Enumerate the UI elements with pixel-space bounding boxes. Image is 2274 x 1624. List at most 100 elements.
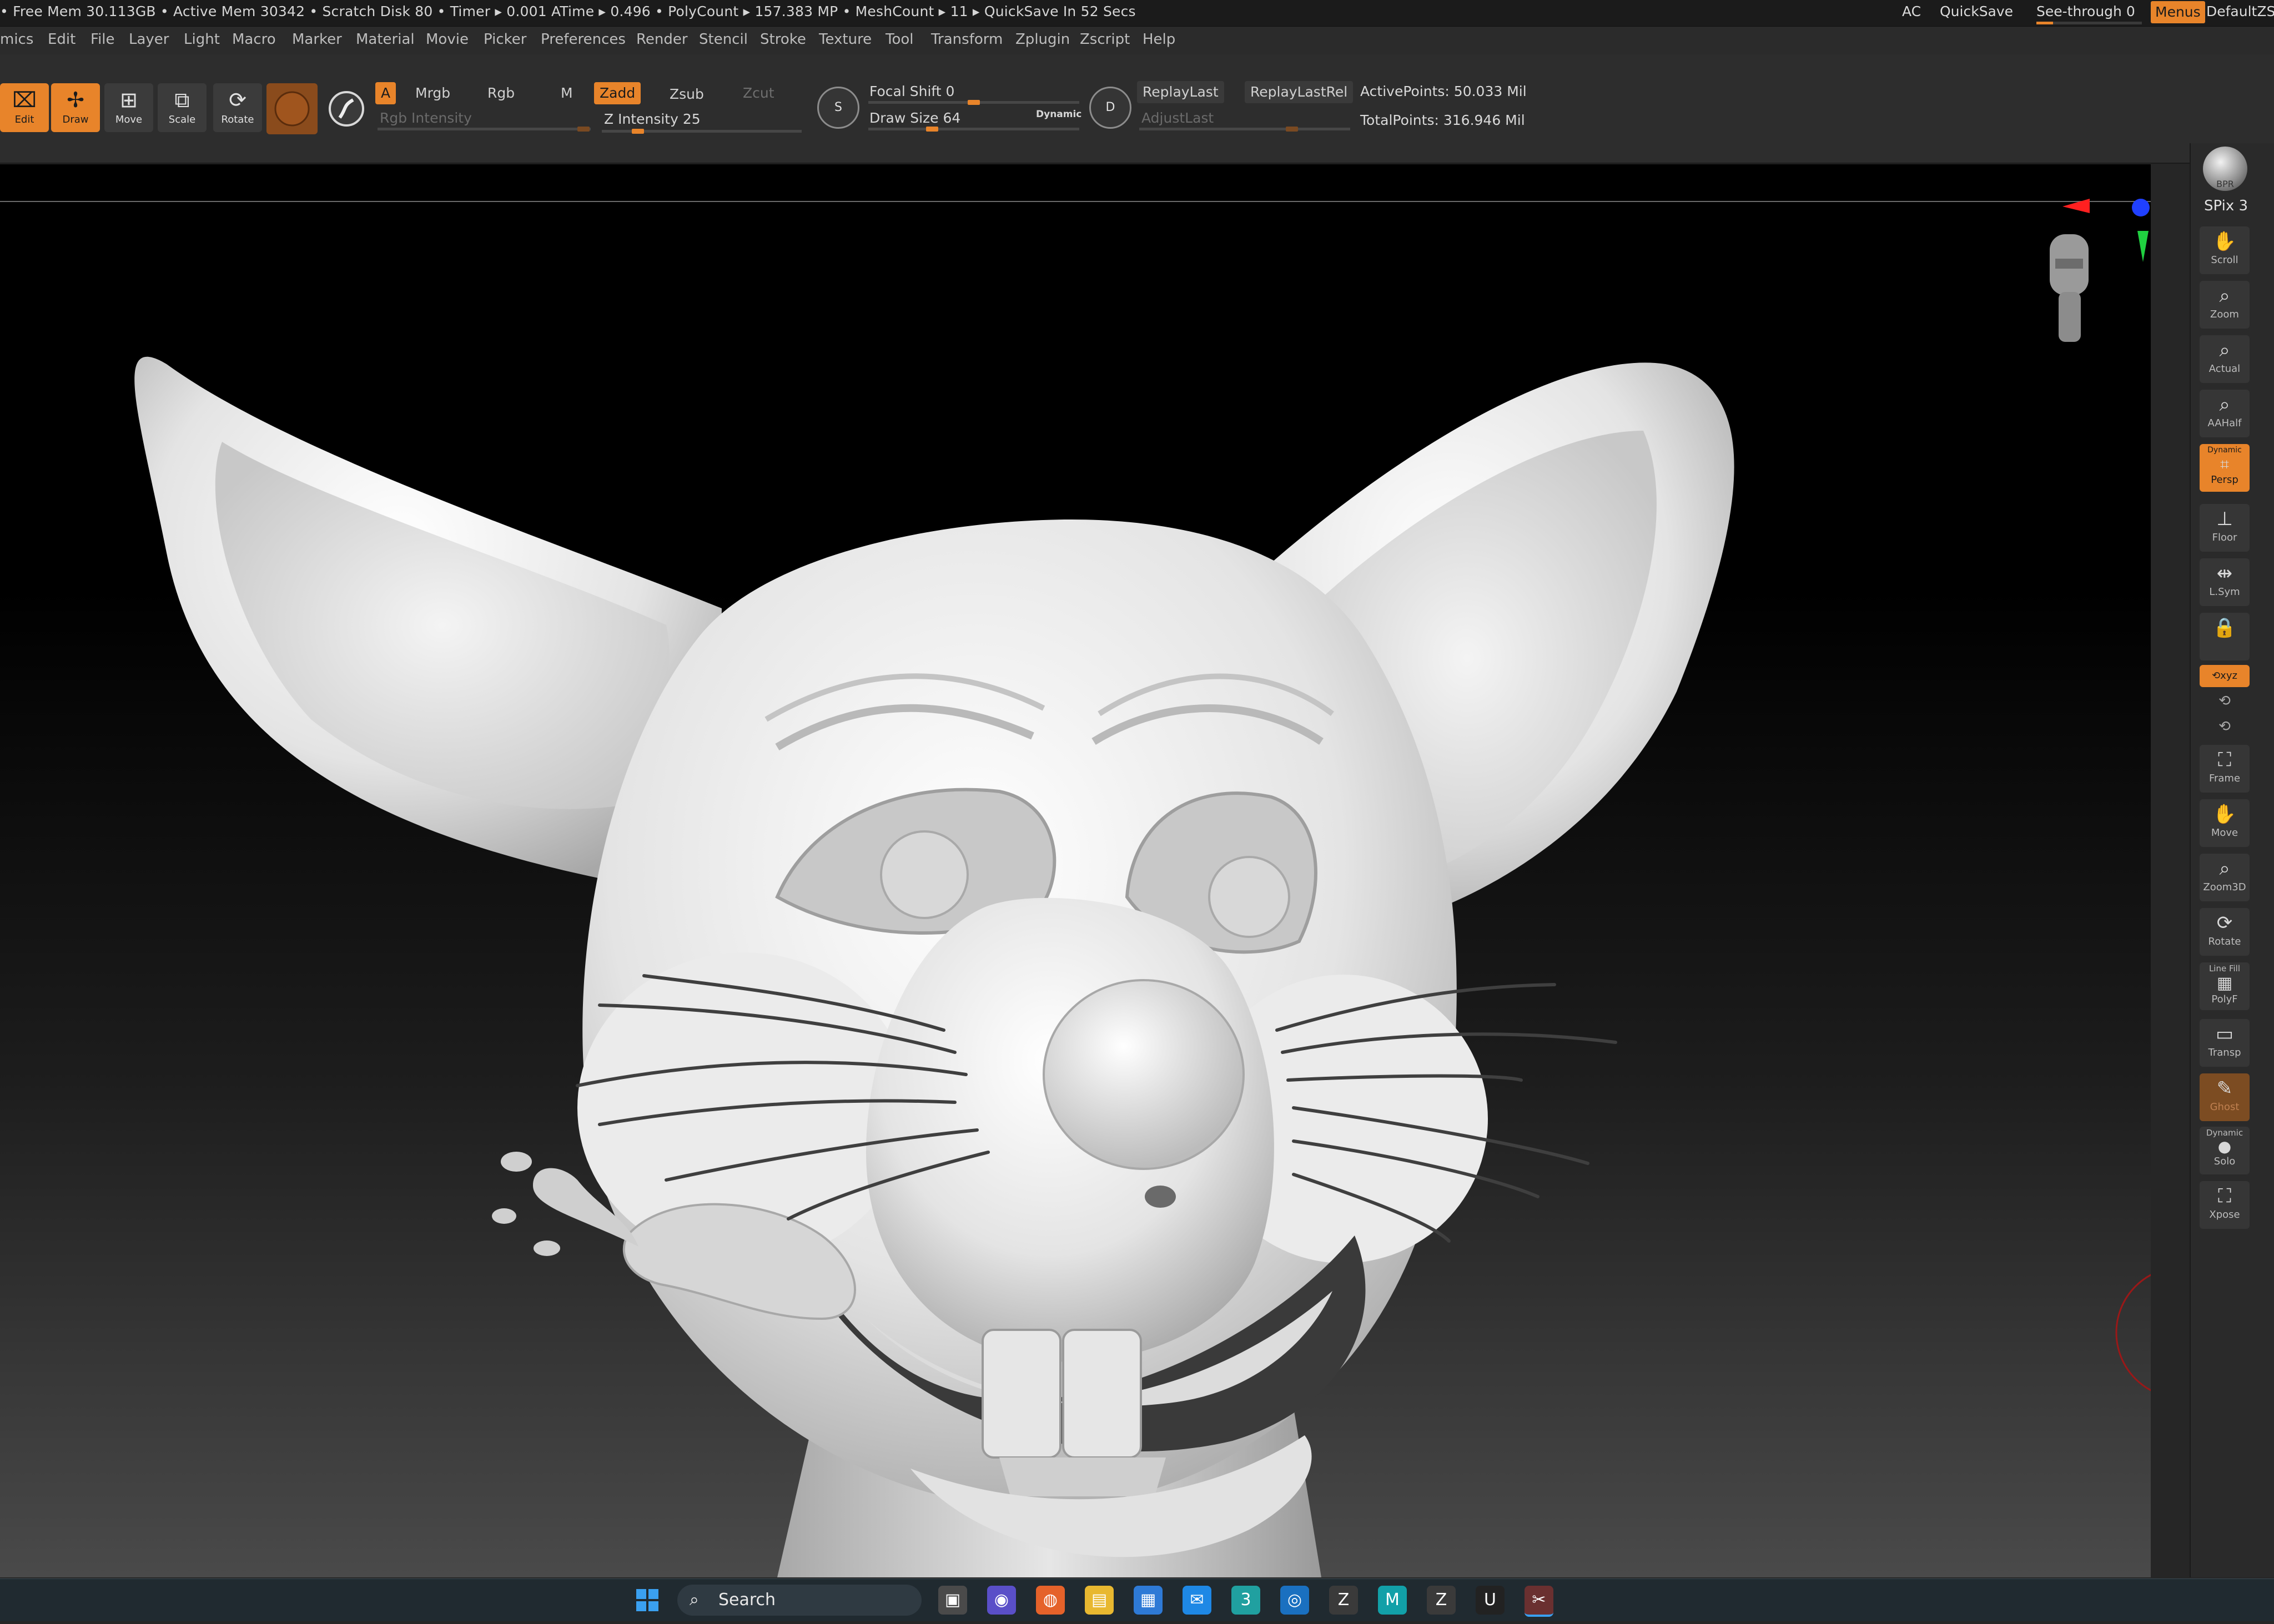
menu-texture[interactable]: Texture [819, 31, 872, 48]
menu-edit[interactable]: Edit [48, 31, 76, 48]
spix-slider[interactable]: SPix 3 [2204, 198, 2248, 214]
solo-dynamic-label: Dynamic [2206, 1128, 2243, 1138]
taskbar-search[interactable]: ⌕ Search [677, 1585, 922, 1616]
zoom3d-button[interactable]: ⌕ Zoom3D [2200, 854, 2250, 901]
menu-stencil[interactable]: Stencil [699, 31, 748, 48]
polyf-button[interactable]: Line Fill ▦ PolyF [2200, 962, 2250, 1010]
rgb-toggle[interactable]: Rgb [482, 82, 520, 104]
xyz-rotate-button[interactable]: ⟲xyz [2200, 665, 2250, 687]
draw-size-knob[interactable] [926, 127, 938, 132]
zoom-button[interactable]: ⌕ Zoom [2200, 281, 2250, 329]
menu-picker[interactable]: Picker [484, 31, 526, 48]
transparency-icon: ▭ [2215, 1023, 2234, 1045]
browser-icon[interactable]: ◎ [1280, 1586, 1309, 1615]
persp-button[interactable]: Dynamic ⌗ Persp [2200, 444, 2250, 492]
menu-preferences[interactable]: Preferences [541, 31, 626, 48]
aahalf-button[interactable]: ⌕ AAHalf [2200, 390, 2250, 437]
zcut-toggle[interactable]: Zcut [737, 82, 780, 104]
3ds-max-icon[interactable]: 3 [1231, 1586, 1260, 1615]
focal-shift-knob[interactable] [968, 100, 980, 105]
lsym-button[interactable]: ⇹ L.Sym [2200, 558, 2250, 606]
dynamic-toggle[interactable]: Dynamic [1036, 109, 1081, 120]
menu-stroke[interactable]: Stroke [760, 31, 806, 48]
lazymouse-s-button[interactable]: S [817, 87, 859, 129]
taskbar: ⌕ Search ▣ ◉ ◍ ▤ ▦ ✉ 3 ◎ Z M Z U ✂ [0, 1578, 2274, 1621]
maya-icon[interactable]: M [1378, 1586, 1407, 1615]
move-button[interactable]: ⊞ Move [104, 83, 153, 132]
see-through-track[interactable] [2036, 22, 2142, 24]
navigation-head-icon[interactable] [2039, 225, 2100, 342]
teams-icon[interactable]: ◉ [987, 1586, 1016, 1615]
floor-button[interactable]: ⊥ Floor [2200, 504, 2250, 552]
menu-help[interactable]: Help [1143, 31, 1175, 48]
menu-movie[interactable]: Movie [426, 31, 469, 48]
zadd-toggle[interactable]: Zadd [594, 82, 641, 104]
lazymouse-d-label: D [1105, 100, 1115, 114]
solo-button[interactable]: Dynamic ● Solo [2200, 1127, 2250, 1174]
menu-transform[interactable]: Transform [931, 31, 1003, 48]
z-intensity-knob[interactable] [632, 129, 644, 134]
perspective-icon: ⌗ [2220, 455, 2229, 473]
see-through-slider[interactable]: See-through 0 [2036, 3, 2142, 24]
zbrush-icon[interactable]: Z [1329, 1586, 1358, 1615]
rgb-intensity-slider[interactable] [378, 127, 591, 132]
focal-shift-slider[interactable] [868, 100, 1079, 105]
replay-last-button[interactable]: ReplayLast [1137, 81, 1224, 103]
menu-marker[interactable]: Marker [292, 31, 342, 48]
material-button[interactable] [266, 83, 318, 134]
default-zscript-button[interactable]: DefaultZSc [2206, 3, 2274, 19]
lock-icon: 🔒 [2212, 617, 2237, 639]
zbrush-icon-2[interactable]: Z [1427, 1586, 1456, 1615]
see-through-label: See-through 0 [2036, 3, 2135, 19]
store-icon[interactable]: ▦ [1134, 1586, 1163, 1615]
menu-render[interactable]: Render [636, 31, 688, 48]
a-toggle[interactable]: A [375, 82, 396, 104]
ac-button[interactable]: AC [1902, 3, 1921, 19]
lazymouse-d-button[interactable]: D [1089, 87, 1131, 129]
adjust-last-slider[interactable] [1139, 127, 1350, 132]
xpose-button[interactable]: ⛶ Xpose [2200, 1181, 2250, 1229]
menu-layer[interactable]: Layer [129, 31, 169, 48]
quicksave-button[interactable]: QuickSave [1940, 3, 2013, 19]
move-view-button[interactable]: ✋ Move [2200, 799, 2250, 847]
rotate-view-button[interactable]: ⟳ Rotate [2200, 908, 2250, 956]
menu-tool[interactable]: Tool [886, 31, 914, 48]
adjust-last-knob[interactable] [1286, 127, 1298, 132]
menu-dynamics[interactable]: mics [0, 31, 33, 48]
m-toggle[interactable]: M [555, 82, 578, 104]
stroke-button[interactable] [321, 83, 372, 134]
windows-start-button[interactable] [633, 1586, 662, 1615]
actual-button[interactable]: ⌕ Actual [2200, 335, 2250, 383]
ghost-button[interactable]: ✎ Ghost [2200, 1073, 2250, 1121]
rotate-button[interactable]: ⟳ Rotate [213, 83, 262, 132]
scale-button[interactable]: ⧉ Scale [158, 83, 207, 132]
menus-button[interactable]: Menus [2151, 1, 2205, 23]
menu-light[interactable]: Light [184, 31, 220, 48]
edit-button[interactable]: ⌧ Edit [0, 83, 49, 132]
lock-button[interactable]: 🔒 [2200, 613, 2250, 660]
transp-button[interactable]: ▭ Transp [2200, 1019, 2250, 1067]
replay-last-rel-button[interactable]: ReplayLastRel [1245, 81, 1354, 103]
z-intensity-slider[interactable] [602, 129, 802, 134]
rgb-intensity-knob[interactable] [577, 127, 590, 132]
mrgb-toggle[interactable]: Mrgb [410, 82, 456, 104]
snipping-tool-icon[interactable]: ✂ [1525, 1586, 1553, 1617]
unreal-icon[interactable]: U [1476, 1586, 1505, 1615]
document-canvas[interactable] [0, 164, 2151, 1577]
task-view-icon[interactable]: ▣ [938, 1586, 967, 1615]
frame-button[interactable]: ⛶ Frame [2200, 745, 2250, 793]
y-rotate-icon[interactable]: ⟲ [2200, 693, 2250, 709]
z-rotate-icon[interactable]: ⟲ [2200, 718, 2250, 735]
firefox-icon[interactable]: ◍ [1036, 1586, 1065, 1615]
draw-button[interactable]: ✢ Draw [51, 83, 100, 132]
zsub-toggle[interactable]: Zsub [664, 83, 710, 105]
menu-zscript[interactable]: Zscript [1080, 31, 1130, 48]
menu-file[interactable]: File [90, 31, 115, 48]
file-explorer-icon[interactable]: ▤ [1085, 1586, 1114, 1615]
draw-size-slider[interactable] [868, 127, 1079, 132]
menu-material[interactable]: Material [356, 31, 415, 48]
menu-macro[interactable]: Macro [232, 31, 276, 48]
menu-zplugin[interactable]: Zplugin [1015, 31, 1070, 48]
scroll-button[interactable]: ✋ Scroll [2200, 226, 2250, 274]
mail-icon[interactable]: ✉ [1183, 1586, 1211, 1615]
